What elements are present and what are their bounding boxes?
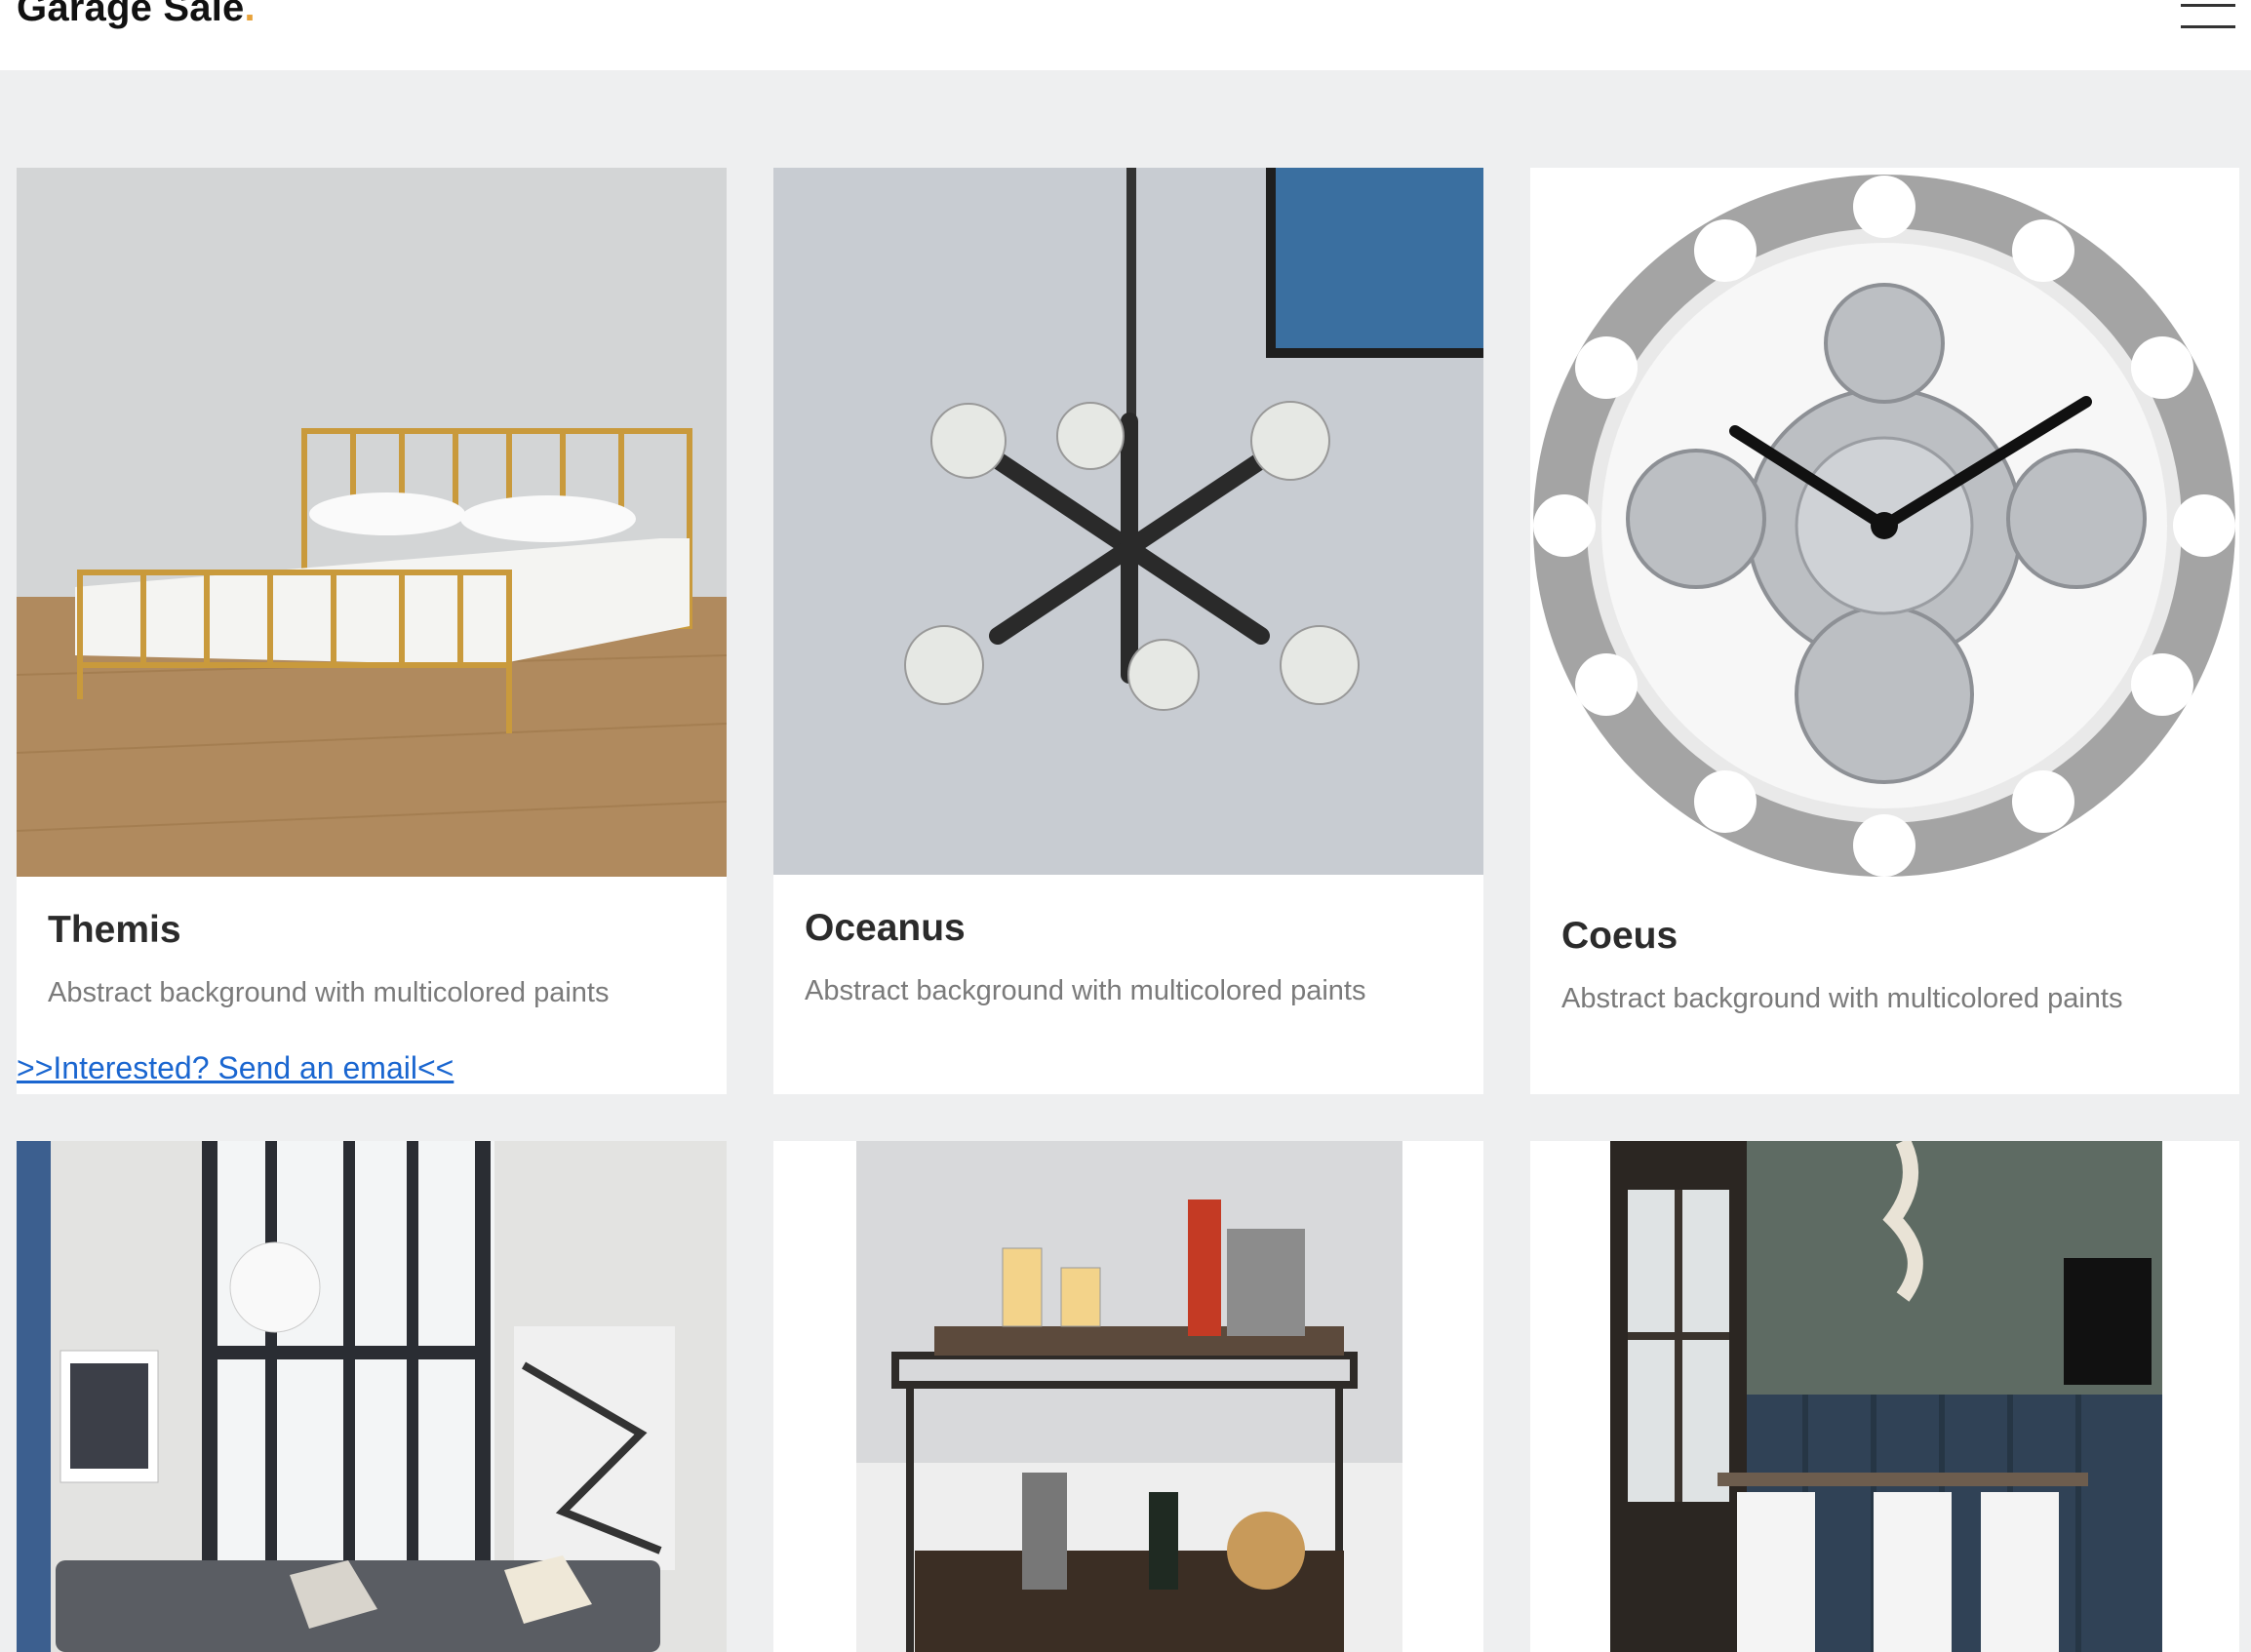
pendant-light-photo[interactable] — [773, 168, 1483, 875]
product-card-6 — [1530, 1141, 2239, 1652]
brass-bed-photo[interactable] — [17, 168, 727, 877]
email-inquiry-link[interactable]: >>Interested? Send an email<< — [17, 1050, 454, 1086]
brand-logo[interactable]: Garage Sale. — [17, 0, 256, 30]
top-header: Garage Sale. — [0, 0, 2251, 70]
product-card-oceanus: Oceanus Abstract background with multico… — [773, 168, 1483, 1094]
product-card-themis: Themis Abstract background with multicol… — [17, 168, 727, 1094]
product-card-4 — [17, 1141, 727, 1652]
dining-nook-photo[interactable] — [1610, 1141, 2162, 1652]
product-title: Coeus — [1561, 915, 1678, 957]
product-card-5 — [773, 1141, 1483, 1652]
hamburger-menu-icon[interactable] — [2179, 0, 2237, 35]
product-description: Abstract background with multicolored pa… — [805, 975, 1366, 1006]
living-room-photo[interactable] — [17, 1141, 727, 1652]
product-card-coeus: Coeus Abstract background with multicolo… — [1530, 168, 2239, 1094]
product-description: Abstract background with multicolored pa… — [48, 977, 610, 1008]
bar-cart-photo[interactable] — [856, 1141, 1402, 1652]
product-title: Oceanus — [805, 907, 966, 949]
product-description: Abstract background with multicolored pa… — [1561, 983, 2123, 1014]
product-title: Themis — [48, 909, 181, 951]
gear-wall-clock-photo[interactable] — [1530, 168, 2239, 885]
